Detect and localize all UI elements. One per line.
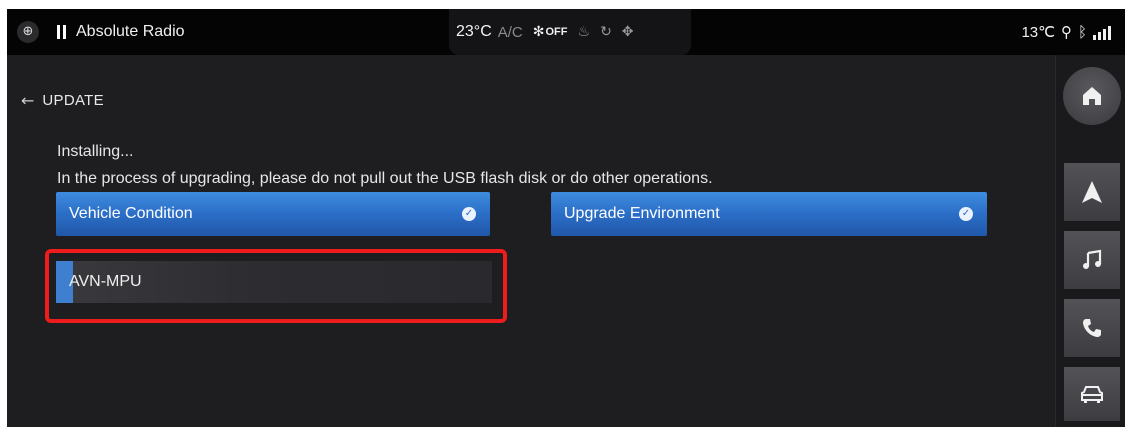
cabin-temperature[interactable]: 23°C (456, 23, 492, 41)
install-status: Installing... (57, 143, 134, 160)
back-button[interactable]: ← UPDATE (21, 91, 104, 110)
seat-heat-icon[interactable]: ♨ (578, 24, 591, 40)
ac-label[interactable]: A/C (498, 24, 523, 41)
fan-off-label: OFF (545, 26, 568, 38)
system-status: 13℃ ⚲ ᛒ (1021, 20, 1111, 44)
update-page: ← UPDATE Installing... In the process of… (7, 55, 1055, 427)
car-button[interactable] (1064, 367, 1120, 421)
status-bar: ⊕ Absolute Radio 23°C A/C ✻ OFF ♨ ↻ ✥ 13… (7, 9, 1125, 55)
app-dock (1055, 55, 1125, 427)
phone-icon (1083, 319, 1101, 337)
phone-button[interactable] (1064, 299, 1120, 357)
back-arrow-icon: ← (21, 91, 35, 110)
navigation-icon (1082, 181, 1102, 203)
climate-bar[interactable]: 23°C A/C ✻ OFF ♨ ↻ ✥ (449, 9, 691, 55)
radio-station-label[interactable]: Absolute Radio (76, 23, 185, 41)
check-icon: ✓ (462, 207, 476, 221)
fog-light-icon: ⊕ (17, 21, 39, 43)
fan-icon: ✻ (532, 24, 545, 40)
home-button[interactable] (1063, 67, 1121, 125)
home-icon (1083, 87, 1101, 105)
pause-icon[interactable] (57, 25, 66, 39)
media-status: ⊕ Absolute Radio (17, 20, 185, 44)
check-label: Vehicle Condition (69, 205, 193, 222)
check-label: Upgrade Environment (564, 205, 720, 222)
check-icon: ✓ (959, 207, 973, 221)
air-recirculation-icon[interactable]: ↻ (600, 24, 612, 40)
head-unit-screen: ⊕ Absolute Radio 23°C A/C ✻ OFF ♨ ↻ ✥ 13… (7, 9, 1125, 427)
highlight-box (45, 249, 507, 323)
defrost-icon[interactable]: ✥ (622, 24, 634, 40)
music-button[interactable] (1064, 231, 1120, 289)
fan-status[interactable]: ✻ OFF (533, 24, 568, 40)
upgrade-environment-check: Upgrade Environment ✓ (551, 192, 987, 236)
bluetooth-icon: ᛒ (1077, 23, 1087, 41)
outside-temperature: 13℃ (1021, 24, 1055, 41)
signal-4g-icon (1093, 24, 1111, 40)
vehicle-condition-check: Vehicle Condition ✓ (56, 192, 490, 236)
page-title: UPDATE (42, 92, 104, 109)
upgrade-notice: In the process of upgrading, please do n… (57, 170, 713, 187)
music-icon (1083, 249, 1102, 269)
car-icon (1081, 386, 1103, 403)
usb-icon: ⚲ (1060, 23, 1072, 41)
navigation-button[interactable] (1064, 163, 1120, 221)
